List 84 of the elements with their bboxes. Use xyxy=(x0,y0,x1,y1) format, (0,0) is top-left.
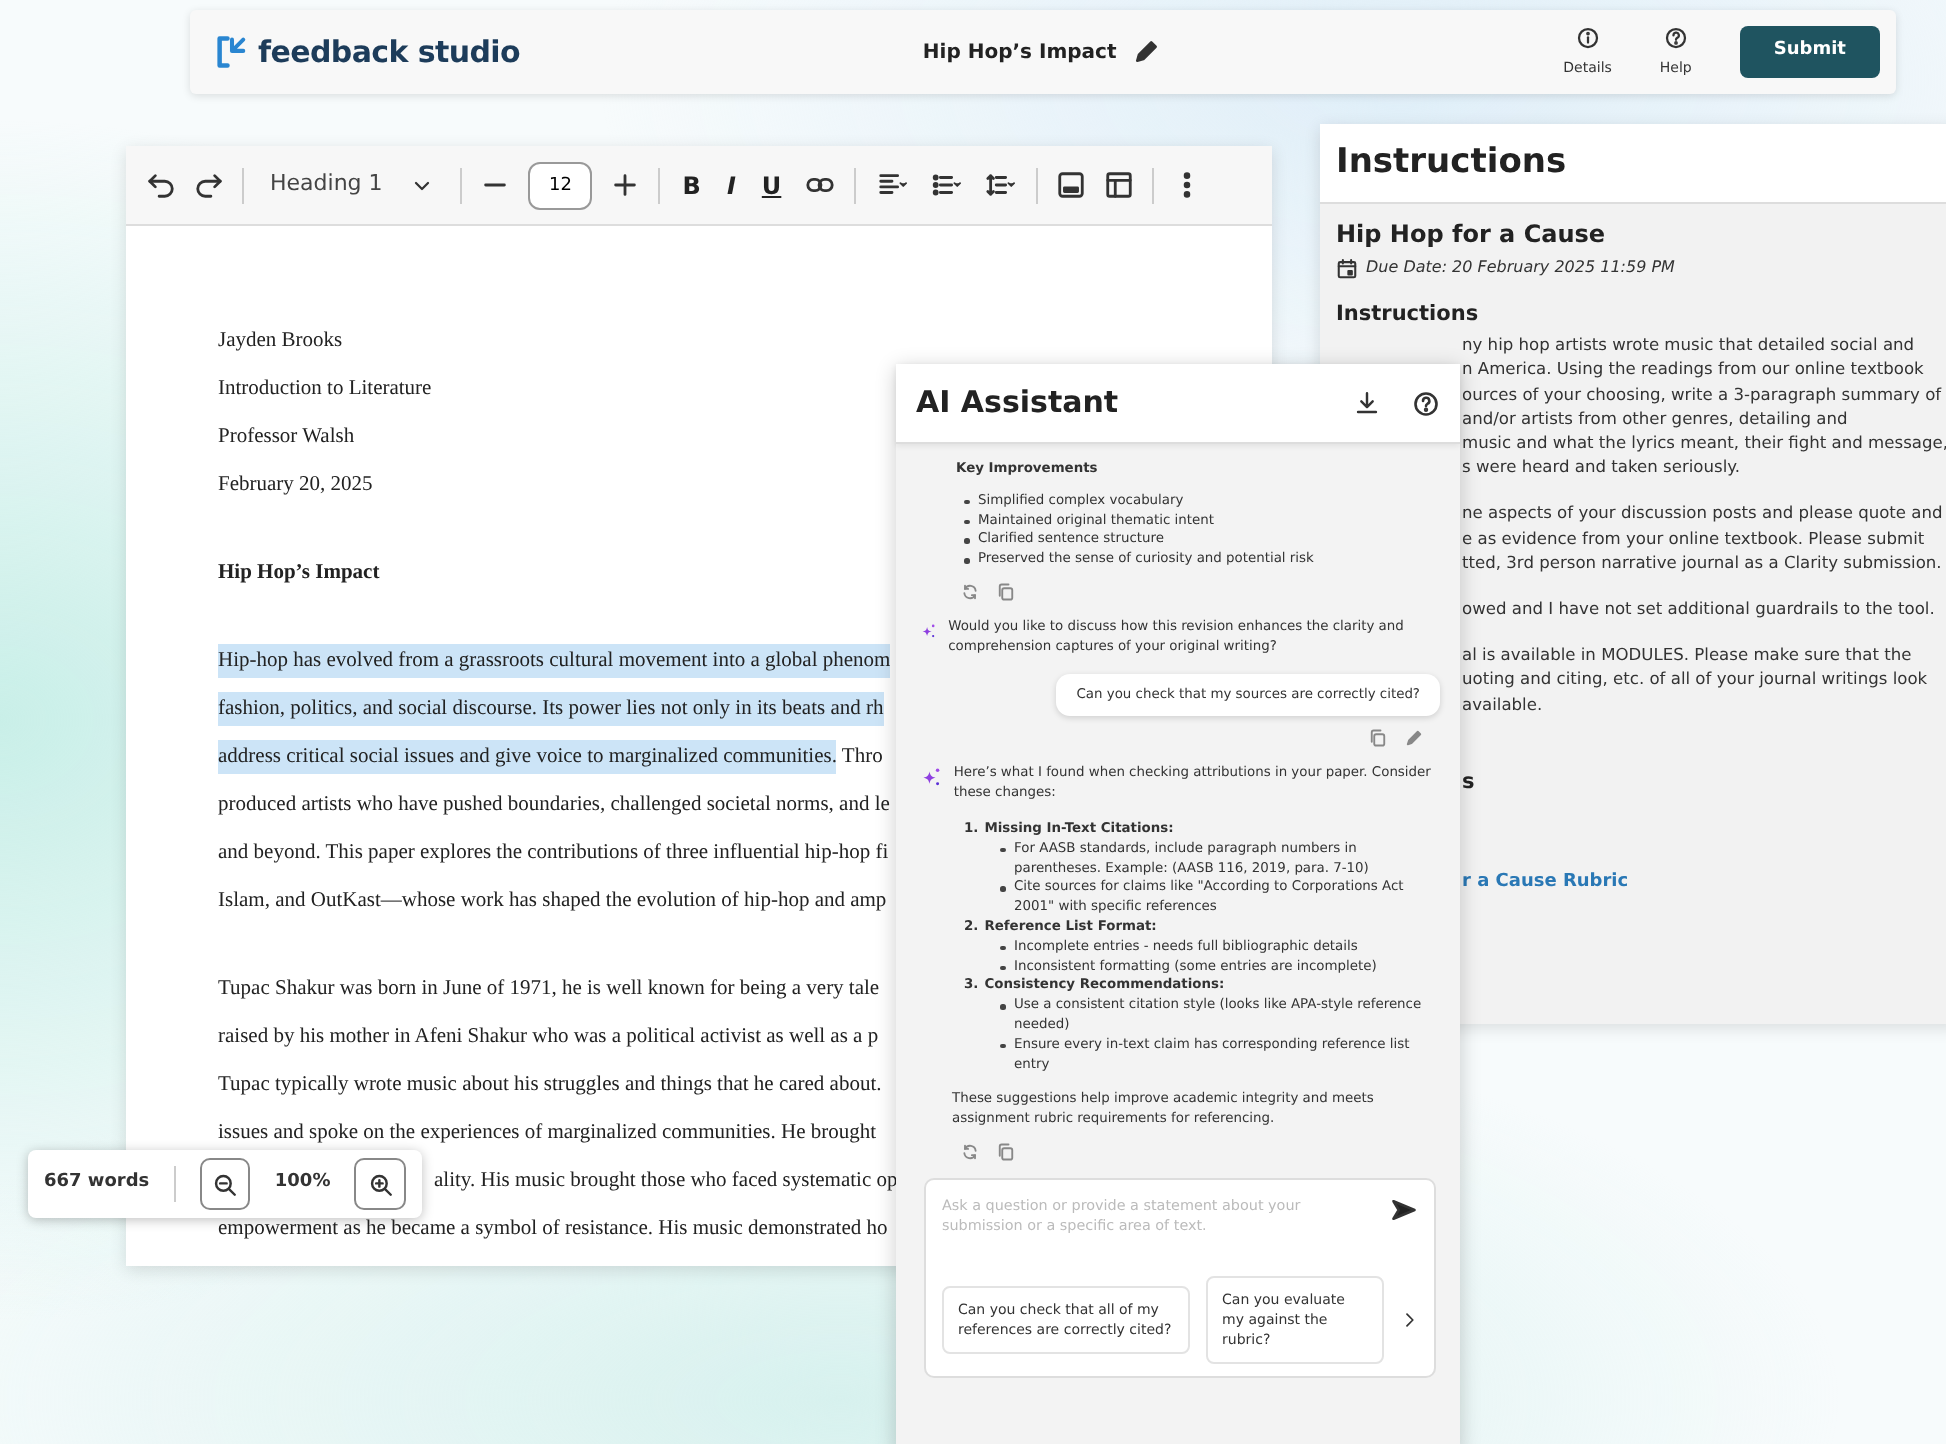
document-text: and beyond. This paper explores the contributions of three influential hip-hop fi xyxy=(218,842,889,864)
document-text: February 20, 2025 xyxy=(218,474,373,496)
sparkle-icon xyxy=(920,764,942,791)
document-text: Jayden Brooks xyxy=(218,330,343,352)
document-text: Islam, and OutKast—whose work has shaped the evolution of hip-hop and amp xyxy=(218,890,887,912)
redo-icon[interactable] xyxy=(194,170,224,200)
document-text: empowerment as he became a symbol of resistance. His music demonstrated ho xyxy=(218,1218,888,1240)
font-size-field[interactable]: 12 xyxy=(528,161,593,209)
instructions-text: al is available in MODULES. Please make sure that the xyxy=(1462,642,1914,667)
copy-icon[interactable] xyxy=(996,581,1016,602)
help-icon[interactable] xyxy=(1412,389,1440,417)
style-dropdown[interactable]: Heading 1 xyxy=(262,168,443,202)
instructions-text: n America. Using the readings from our online textbook xyxy=(1462,356,1926,382)
word-count: 667 words xyxy=(44,1170,150,1197)
align-icon[interactable] xyxy=(873,170,910,200)
document-text: issues and spoke on the experiences of marginalized communities. He brought xyxy=(218,1122,877,1144)
document-text: raised by his mother in Afeni Shakur who was a political activist as well as a p xyxy=(218,1026,879,1048)
bullet-icon xyxy=(1000,1004,1005,1010)
document-text: produced artists who have pushed boundaries, challenged societal norms, and le xyxy=(218,794,890,816)
bullet-icon xyxy=(1000,1043,1005,1049)
zoom-out-icon xyxy=(212,1171,239,1197)
image-icon[interactable] xyxy=(1055,170,1086,200)
instructions-text: available. xyxy=(1462,691,1545,716)
calendar-icon xyxy=(1336,257,1358,280)
plus-icon[interactable] xyxy=(610,170,641,200)
zoom-in-button[interactable] xyxy=(354,1158,406,1210)
download-icon[interactable] xyxy=(1354,389,1380,415)
undo-icon[interactable] xyxy=(146,170,176,200)
instructions-text: e as evidence from your online textbook. Please submit xyxy=(1462,525,1927,550)
zoom-in-icon xyxy=(367,1171,394,1197)
bullet-icon xyxy=(1000,945,1005,951)
bullet-icon xyxy=(964,499,969,505)
line-spacing-icon[interactable] xyxy=(981,170,1018,200)
zoom-level: 100% xyxy=(274,1170,331,1197)
logo-text: feedback studio xyxy=(258,31,521,74)
bullet-icon xyxy=(964,519,969,525)
highlighted-text: fashion, politics, and social discourse. Its power lies not only in its beats and rh xyxy=(218,692,884,726)
document-text: Tupac Shakur was born in June of 1971, he is well known for being a very tale xyxy=(218,978,880,1000)
instructions-text: s were heard and taken seriously. xyxy=(1462,454,1743,479)
document-title: Hip Hop’s Impact xyxy=(922,39,1117,67)
document-heading: Hip Hop’s Impact xyxy=(218,562,380,584)
document-text: ality. His music brought those who faced systematic op xyxy=(434,1170,898,1192)
instructions-text: music and what the lyrics meant, their fight and message, xyxy=(1462,429,1944,455)
panel-title: Instructions xyxy=(1320,124,1946,204)
due-date: Due Date: 20 February 2025 11:59 PM xyxy=(1366,256,1675,281)
instructions-text: owed and I have not set additional guardrails to the tool. xyxy=(1462,595,1937,621)
submit-button[interactable]: Submit xyxy=(1739,26,1880,78)
instructions-text: ources of your choosing, write a 3-paragraph summary of xyxy=(1462,381,1944,406)
copy-icon[interactable] xyxy=(996,1141,1016,1162)
bullet-icon xyxy=(1000,965,1005,971)
bullet-icon xyxy=(964,538,969,544)
send-icon[interactable] xyxy=(1390,1195,1418,1224)
underline-button[interactable]: U xyxy=(757,167,786,203)
document-text: Tupac typically wrote music about his struggles and things that he cared about. xyxy=(218,1074,882,1096)
highlighted-text: address critical social issues and give voice to marginalized communities. xyxy=(218,740,837,774)
instructions-text: uoting and citing, etc. of all of your journal writings look xyxy=(1462,666,1930,692)
info-icon xyxy=(1575,25,1600,50)
instructions-text: ne aspects of your discussion posts and please quote and xyxy=(1462,500,1944,526)
document-text: Professor Walsh xyxy=(218,426,355,448)
document-text: Thro xyxy=(839,746,883,768)
instructions-text: and/or artists from other genres, detailing and xyxy=(1462,405,1850,430)
instructions-text: tted, 3rd person narrative journal as a Clarity submission. xyxy=(1462,549,1944,574)
document-text: Introduction to Literature xyxy=(218,378,432,400)
list-icon[interactable] xyxy=(927,170,964,200)
highlighted-text: Hip-hop has evolved from a grassroots cultural movement into a global phenom xyxy=(218,644,891,678)
rubric-link[interactable]: r a Cause Rubric xyxy=(1462,871,1629,892)
zoom-out-button[interactable] xyxy=(199,1158,251,1210)
regenerate-icon[interactable] xyxy=(960,1141,980,1162)
assignment-title: Hip Hop for a Cause xyxy=(1336,220,1608,249)
bullet-icon xyxy=(1000,847,1005,853)
table-icon[interactable] xyxy=(1103,170,1134,200)
instructions-text: ny hip hop artists wrote music that detailed social and xyxy=(1462,332,1917,357)
logo-icon xyxy=(214,34,250,70)
bullet-icon xyxy=(1000,886,1005,892)
help-icon xyxy=(1663,25,1688,50)
section-heading: Instructions xyxy=(1336,300,1481,331)
regenerate-icon[interactable] xyxy=(960,581,980,602)
copy-icon[interactable] xyxy=(1368,728,1388,749)
edit-icon[interactable] xyxy=(1132,38,1161,66)
italic-button[interactable]: I xyxy=(722,167,740,203)
section-heading: s xyxy=(1462,767,1477,798)
assistant-title: AI Assistant xyxy=(916,382,1119,425)
bold-button[interactable]: B xyxy=(678,167,705,203)
bullet-icon xyxy=(964,558,969,564)
